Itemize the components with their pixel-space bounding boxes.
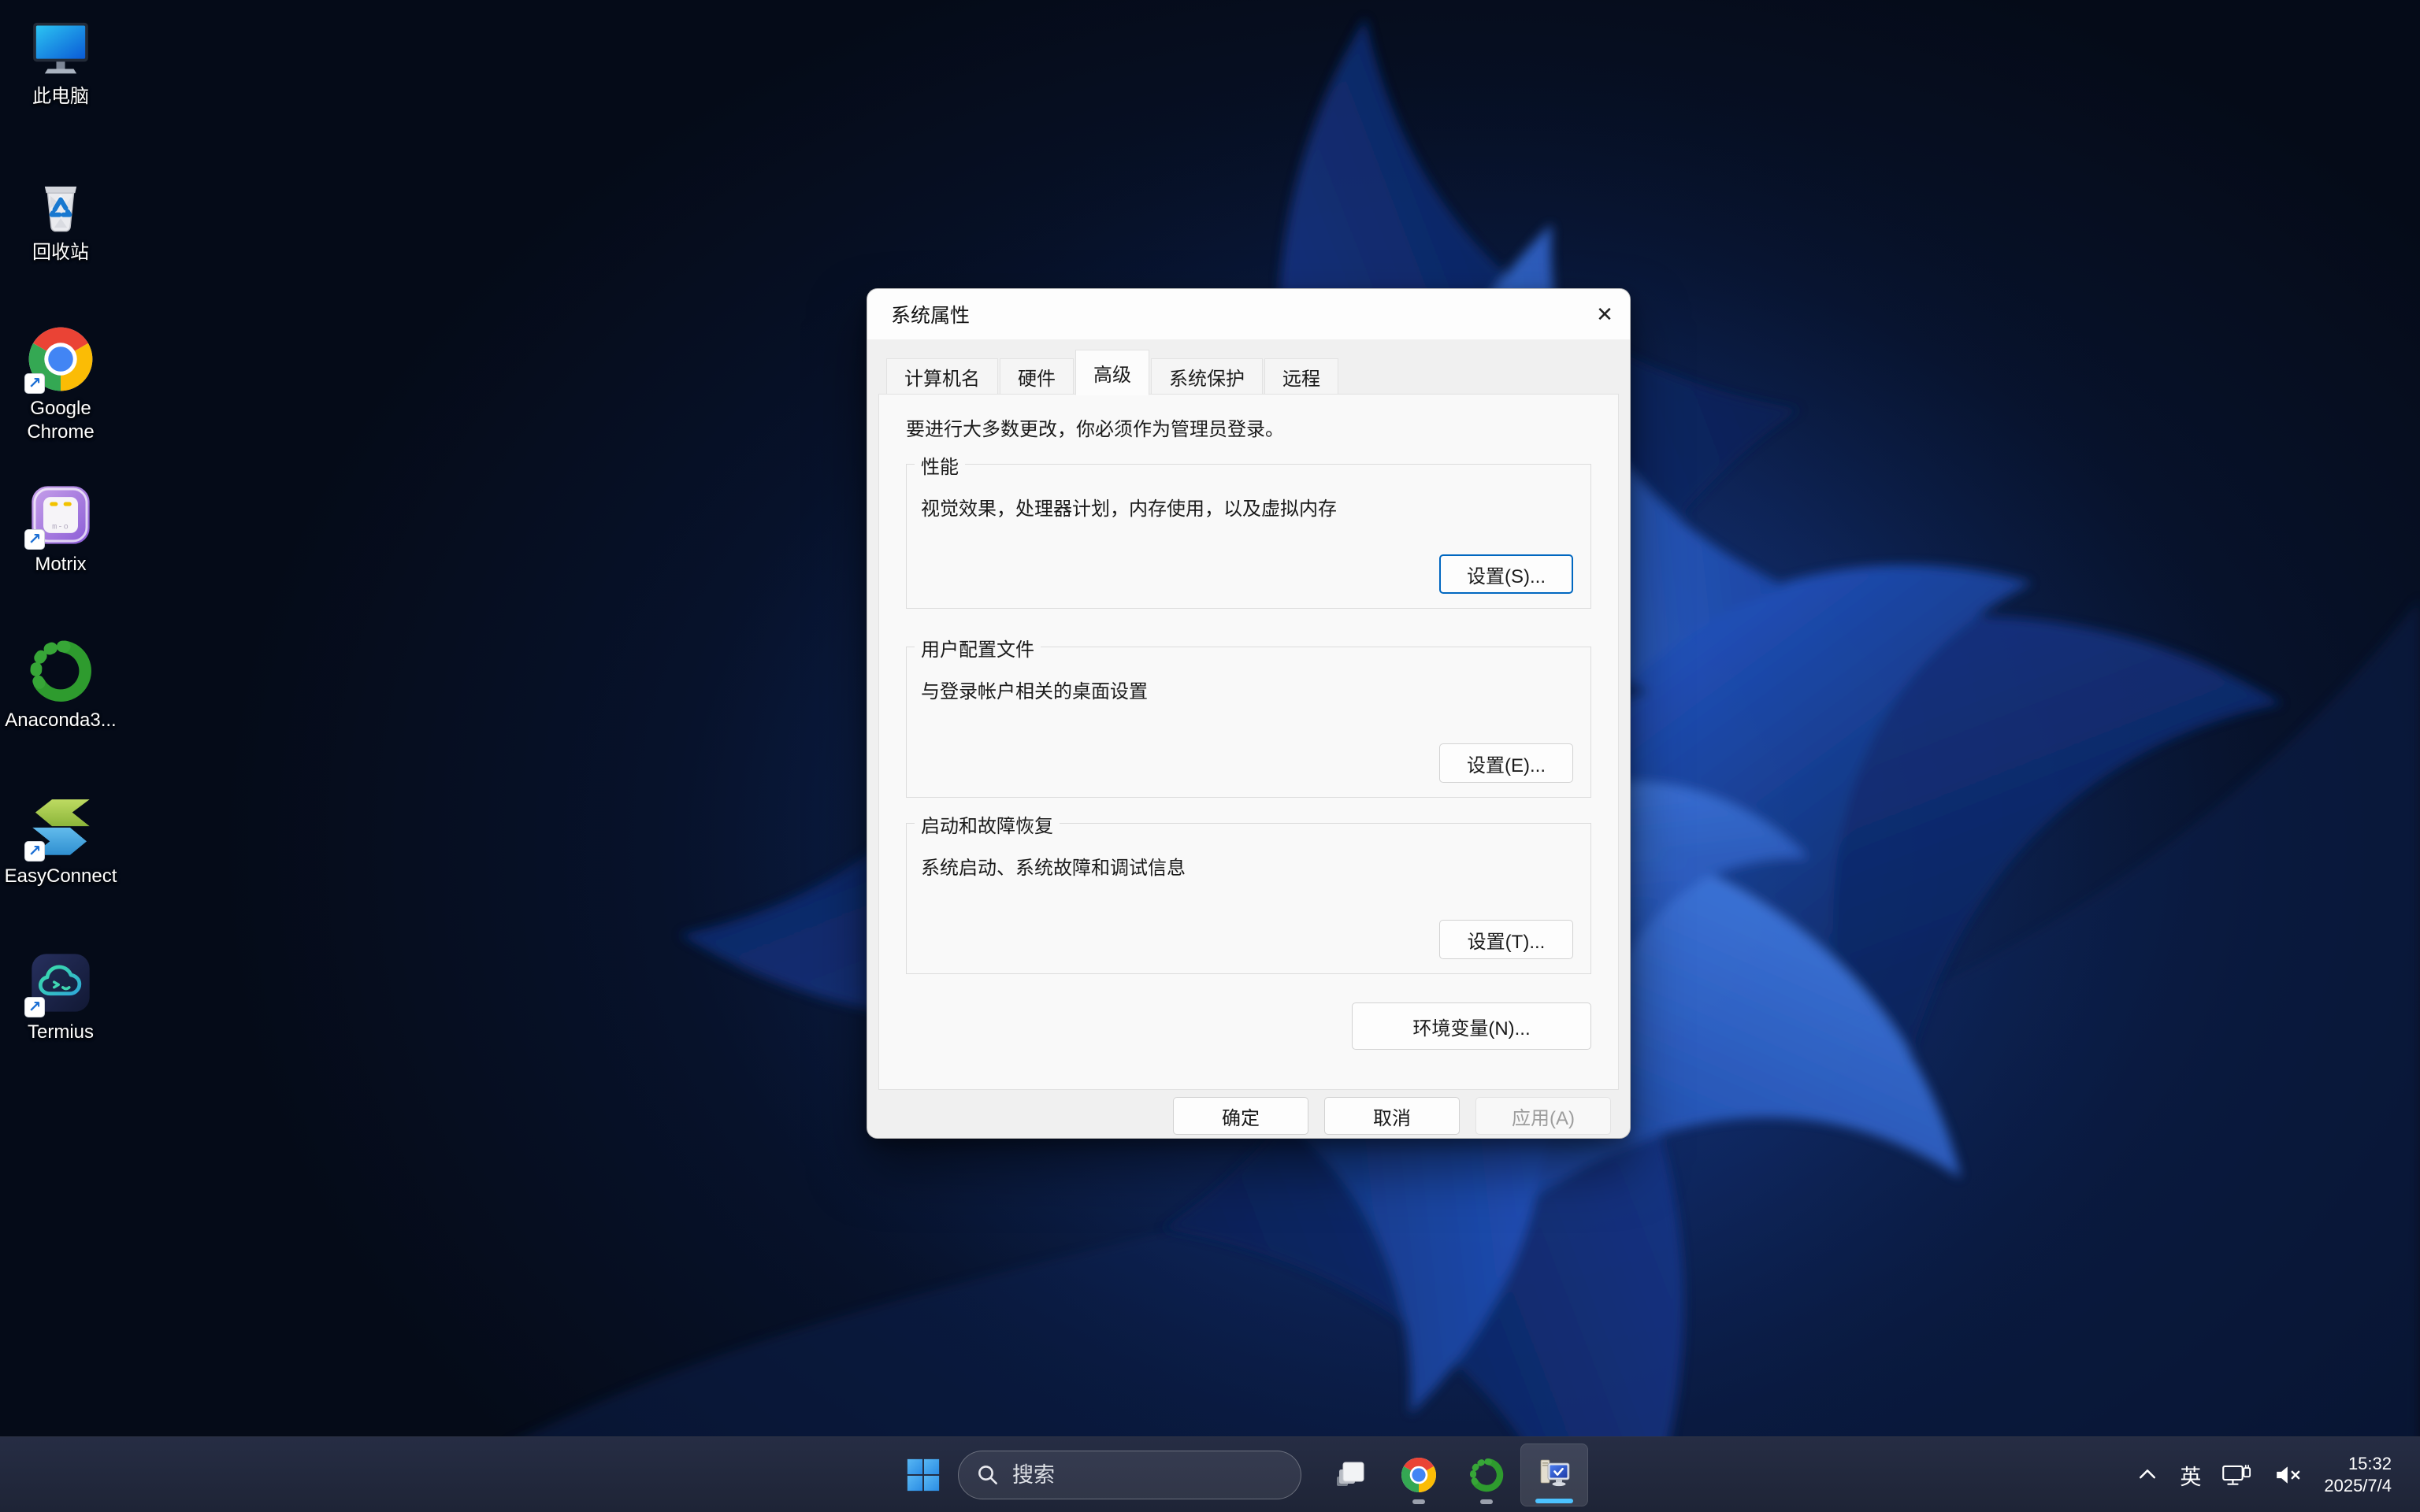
speaker-mute-icon [2277, 1466, 2300, 1484]
dialog-tabstrip: 计算机名 硬件 高级 系统保护 远程 [878, 350, 1619, 395]
active-indicator [1535, 1499, 1573, 1503]
system-tray: 英 15:32 2025/7/4 [2136, 1437, 2420, 1512]
tab-hardware[interactable]: 硬件 [1000, 358, 1074, 395]
desktop-icon-label: Anaconda3... [5, 710, 117, 731]
cancel-button[interactable]: 取消 [1324, 1097, 1460, 1135]
desktop-icon-label: Motrix [35, 554, 87, 575]
system-properties-dialog: 系统属性 ✕ 计算机名 硬件 高级 系统保护 远程 要进行大多数更改，你必须作为… [867, 288, 1631, 1139]
taskbar-app-task-view[interactable] [1317, 1443, 1385, 1506]
desktop-icon-motrix[interactable]: m-o ↗ Motrix [2, 480, 120, 576]
desktop-icon-termius[interactable]: ↗ Termius [2, 948, 120, 1044]
startup-recovery-group-description: 系统启动、系统故障和调试信息 [921, 858, 1186, 879]
desktop-icon-this-pc[interactable]: 此电脑 [2, 13, 120, 109]
svg-text:m-o: m-o [52, 522, 69, 532]
clock-time: 15:32 [2348, 1454, 2392, 1473]
dialog-title: 系统属性 [891, 305, 971, 327]
startup-recovery-group-title: 启动和故障恢复 [915, 810, 1060, 838]
ethernet-monitor-icon [2222, 1465, 2251, 1485]
desktop-icon-recycle-bin[interactable]: 回收站 [2, 169, 120, 265]
desktop-icon-anaconda[interactable]: Anaconda3... [2, 636, 120, 732]
desktop-icon-easyconnect[interactable]: ↗ EasyConnect [2, 792, 120, 888]
desktop-icon-label: 回收站 [32, 242, 89, 263]
tab-advanced[interactable]: 高级 [1075, 350, 1149, 395]
anaconda-icon [30, 640, 91, 702]
desktop-icon-label: EasyConnect [4, 865, 117, 887]
performance-group-title: 性能 [915, 451, 965, 479]
dialog-footer: 确定 取消 应用(A) [867, 1097, 1630, 1135]
shortcut-arrow-icon: ↗ [24, 841, 45, 862]
taskbar-app-system-properties[interactable] [1520, 1443, 1588, 1506]
user-profiles-group-description: 与登录帐户相关的桌面设置 [921, 681, 1148, 702]
performance-groupbox: 性能 视觉效果，处理器计划，内存使用，以及虚拟内存 设置(S)... [906, 451, 1591, 609]
window-stack-icon [1337, 1462, 1364, 1486]
search-input[interactable] [1012, 1462, 1293, 1488]
environment-variables-button[interactable]: 环境变量(N)... [1352, 1002, 1591, 1050]
taskbar: 英 15:32 2025/7/4 [0, 1436, 2420, 1512]
performance-settings-button[interactable]: 设置(S)... [1439, 554, 1573, 594]
clock-date: 2025/7/4 [2324, 1476, 2392, 1495]
shortcut-arrow-icon: ↗ [24, 997, 45, 1017]
desktop-icon-label: Termius [27, 1021, 94, 1043]
admin-note-text: 要进行大多数更改，你必须作为管理员登录。 [906, 419, 1284, 440]
apply-button[interactable]: 应用(A) [1475, 1097, 1611, 1135]
taskbar-app-anaconda[interactable] [1453, 1443, 1520, 1506]
desktop-icon-google-chrome[interactable]: ↗ Google Chrome [2, 324, 120, 444]
tab-remote[interactable]: 远程 [1264, 358, 1338, 395]
volume-muted-icon[interactable] [2273, 1462, 2303, 1488]
taskbar-clock[interactable]: 15:32 2025/7/4 [2324, 1453, 2392, 1497]
search-icon [978, 1466, 997, 1484]
ime-indicator[interactable]: 英 [2180, 1460, 2201, 1491]
recycle-bin-icon [44, 186, 77, 232]
tab-system-protection[interactable]: 系统保护 [1151, 358, 1263, 395]
taskbar-search[interactable] [958, 1451, 1301, 1499]
user-profiles-groupbox: 用户配置文件 与登录帐户相关的桌面设置 设置(E)... [906, 634, 1591, 798]
user-profiles-settings-button[interactable]: 设置(E)... [1439, 743, 1573, 783]
system-properties-icon [1540, 1459, 1570, 1487]
chrome-icon [1401, 1458, 1436, 1492]
advanced-tab-page: 要进行大多数更改，你必须作为管理员登录。 性能 视觉效果，处理器计划，内存使用，… [878, 394, 1619, 1090]
windows-logo-icon [907, 1458, 940, 1492]
taskbar-app-google-chrome[interactable] [1385, 1443, 1453, 1506]
close-button[interactable]: ✕ [1589, 299, 1620, 329]
desktop-icon-label: Google Chrome [27, 398, 95, 443]
running-indicator [1412, 1499, 1425, 1504]
this-pc-icon [33, 22, 88, 74]
network-icon[interactable] [2221, 1462, 2253, 1488]
performance-group-description: 视觉效果，处理器计划，内存使用，以及虚拟内存 [921, 498, 1337, 520]
ok-button[interactable]: 确定 [1173, 1097, 1308, 1135]
anaconda-icon [1470, 1458, 1504, 1492]
startup-recovery-settings-button[interactable]: 设置(T)... [1439, 920, 1573, 959]
shortcut-arrow-icon: ↗ [24, 529, 45, 550]
startup-recovery-groupbox: 启动和故障恢复 系统启动、系统故障和调试信息 设置(T)... [906, 810, 1591, 974]
start-button[interactable] [903, 1455, 944, 1495]
running-indicator [1480, 1499, 1493, 1504]
shortcut-arrow-icon: ↗ [24, 373, 45, 394]
tab-computer-name[interactable]: 计算机名 [886, 358, 998, 395]
taskbar-apps [1317, 1443, 1588, 1506]
tray-chevron-up-button[interactable] [2136, 1463, 2159, 1487]
dialog-titlebar[interactable]: 系统属性 ✕ [867, 289, 1630, 339]
desktop-icon-label: 此电脑 [32, 86, 89, 107]
chevron-up-icon [2140, 1469, 2156, 1479]
user-profiles-group-title: 用户配置文件 [915, 634, 1041, 662]
